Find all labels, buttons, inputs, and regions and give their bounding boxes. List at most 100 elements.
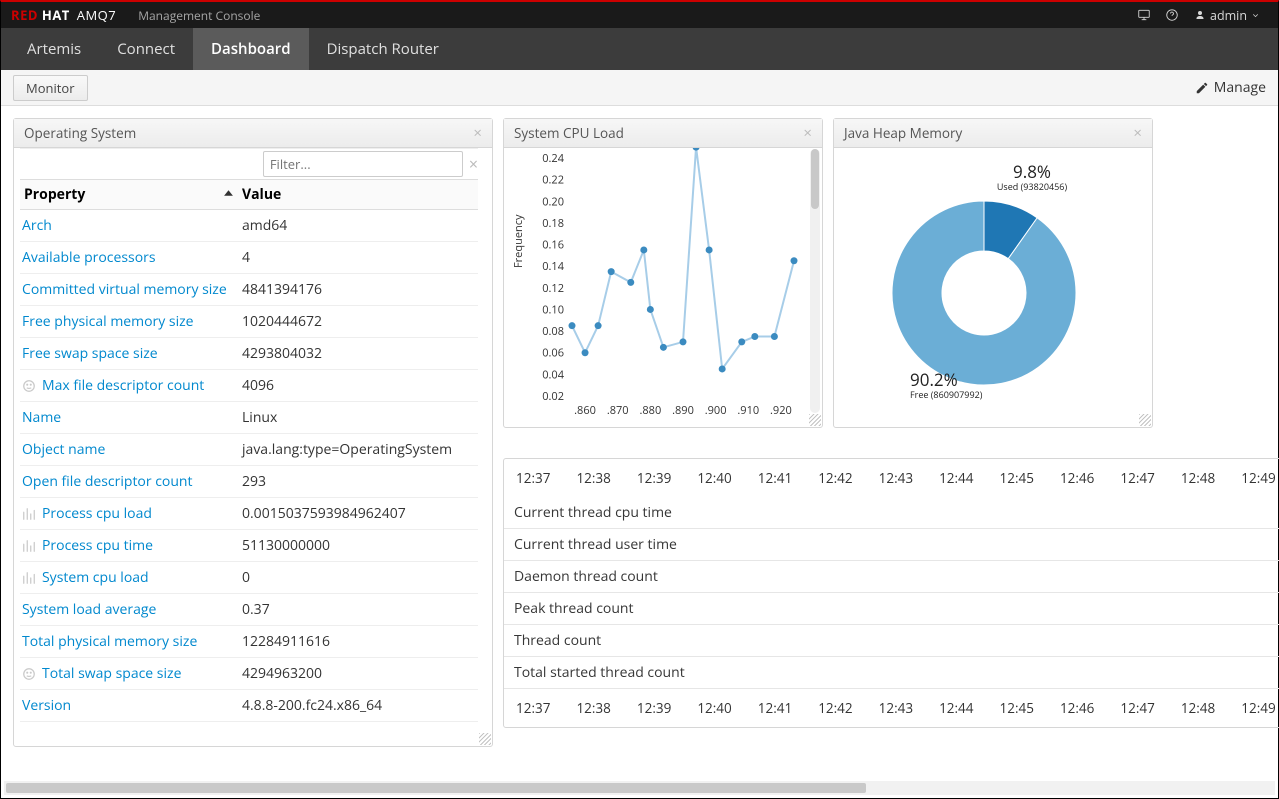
thread-row: Total started thread count: [504, 657, 1279, 689]
chevron-down-icon: [1251, 11, 1260, 20]
time-header-top: 12:3712:3812:3912:4012:4112:4212:4312:44…: [504, 459, 1279, 497]
property-link[interactable]: Arch: [22, 216, 52, 235]
close-icon[interactable]: ×: [1133, 126, 1142, 141]
property-link[interactable]: System cpu load: [42, 568, 149, 587]
property-link[interactable]: Open file descriptor count: [22, 472, 193, 491]
panel-threads: 12:3712:3812:3912:4012:4112:4212:4312:44…: [503, 458, 1279, 728]
property-value: amd64: [238, 210, 478, 241]
clear-filter-icon[interactable]: ×: [469, 153, 478, 175]
table-row: Max file descriptor count 4096: [20, 370, 478, 402]
property-link[interactable]: Object name: [22, 440, 105, 459]
property-value: 1020444672: [238, 306, 478, 337]
svg-text:.890: .890: [672, 403, 694, 418]
svg-text:0.18: 0.18: [542, 216, 564, 231]
svg-text:.860: .860: [574, 403, 596, 418]
scrollbar[interactable]: [810, 149, 820, 413]
thread-row: Current thread cpu time: [504, 497, 1279, 529]
manage-button[interactable]: Manage: [1195, 78, 1266, 97]
time-label: 12:41: [758, 699, 792, 717]
panel-heap-memory: Java Heap Memory× 9.8%Used (93820456)90.…: [833, 118, 1153, 428]
svg-text:0.24: 0.24: [542, 151, 564, 166]
nav-tab-artemis[interactable]: Artemis: [9, 28, 99, 70]
property-value: 4096: [238, 370, 478, 401]
time-label: 12:38: [576, 699, 610, 717]
table-row: Free swap space size 4293804032: [20, 338, 478, 370]
table-row: Committed virtual memory size 4841394176: [20, 274, 478, 306]
close-icon[interactable]: ×: [803, 126, 812, 141]
resize-handle[interactable]: [1139, 414, 1151, 426]
close-icon[interactable]: ×: [473, 126, 482, 141]
property-link[interactable]: System load average: [22, 600, 156, 619]
resize-handle[interactable]: [809, 414, 821, 426]
time-label: 12:39: [637, 699, 671, 717]
horizontal-scrollbar[interactable]: [4, 781, 1275, 795]
time-label: 12:40: [697, 699, 731, 717]
property-link[interactable]: Process cpu time: [42, 536, 153, 555]
property-value: java.lang:type=OperatingSystem: [238, 434, 478, 465]
time-label: 12:41: [758, 469, 792, 487]
brand-hat: HAT: [42, 6, 70, 24]
user-menu[interactable]: admin: [1186, 7, 1268, 24]
resize-handle[interactable]: [479, 733, 491, 745]
nav-tab-dashboard[interactable]: Dashboard: [193, 28, 309, 70]
svg-text:Frequency: Frequency: [511, 214, 526, 268]
table-row: Arch amd64: [20, 210, 478, 242]
monitor-icon[interactable]: [1130, 2, 1158, 28]
table-row: Available processors4: [20, 242, 478, 274]
app-subtitle: Management Console: [138, 7, 260, 24]
table-row: Open file descriptor count293: [20, 466, 478, 498]
subtab-monitor[interactable]: Monitor: [13, 75, 88, 101]
property-value: 4293804032: [238, 338, 478, 369]
nav-tab-dispatch[interactable]: Dispatch Router: [309, 28, 457, 70]
table-row: Process cpu load0.0015037593984962407: [20, 498, 478, 530]
svg-text:0.10: 0.10: [542, 302, 564, 317]
svg-text:0.02: 0.02: [542, 389, 564, 404]
table-row: Total swap space size 4294963200: [20, 658, 478, 690]
table-row: Process cpu time51130000000: [20, 530, 478, 562]
property-link[interactable]: Max file descriptor count: [42, 376, 204, 395]
sort-asc-icon[interactable]: [223, 185, 234, 204]
property-value: 0.37: [238, 594, 478, 625]
property-link[interactable]: Name: [22, 408, 61, 427]
svg-text:0.12: 0.12: [542, 281, 564, 296]
svg-text:.880: .880: [639, 403, 661, 418]
nav-tab-connect[interactable]: Connect: [99, 28, 193, 70]
property-link[interactable]: Version: [22, 696, 71, 715]
time-label: 12:49: [1241, 699, 1275, 717]
bar-chart-icon: [22, 539, 36, 553]
time-label: 12:47: [1120, 699, 1154, 717]
col-value[interactable]: Value: [238, 180, 478, 209]
main-nav: Artemis Connect Dashboard Dispatch Route…: [1, 28, 1278, 70]
thread-row: Daemon thread count: [504, 561, 1279, 593]
user-icon: [1194, 9, 1206, 21]
table-row: Object name java.lang:type=OperatingSyste…: [20, 434, 478, 466]
bar-chart-icon: [22, 507, 36, 521]
property-link[interactable]: Total swap space size: [42, 664, 181, 683]
property-link[interactable]: Available processors: [22, 248, 156, 267]
bar-chart-icon: [22, 571, 36, 585]
svg-text:0.22: 0.22: [542, 173, 564, 188]
property-link[interactable]: Free physical memory size: [22, 312, 194, 331]
dashboard-grid: Operating System× × Property Value Archa…: [1, 106, 1278, 759]
time-label: 12:49: [1241, 469, 1275, 487]
panel-cpu-load: System CPU Load× 0.020.040.060.080.100.1…: [503, 118, 823, 428]
svg-text:0.14: 0.14: [542, 259, 564, 274]
filter-input[interactable]: [263, 151, 463, 177]
property-link[interactable]: Total physical memory size: [22, 632, 197, 651]
time-label: 12:39: [637, 469, 671, 487]
col-property[interactable]: Property: [20, 180, 238, 209]
panel-title: System CPU Load: [514, 124, 624, 142]
heap-donut-chart: 9.8%Used (93820456)90.2%Free (860907992): [834, 148, 1144, 418]
thread-row: Thread count: [504, 625, 1279, 657]
cpu-line-chart: 0.020.040.060.080.100.120.140.160.180.20…: [504, 148, 804, 418]
svg-text:.870: .870: [607, 403, 629, 418]
property-link[interactable]: Committed virtual memory size: [22, 280, 227, 299]
edit-icon: [1195, 81, 1209, 95]
property-link[interactable]: Process cpu load: [42, 504, 152, 523]
help-icon[interactable]: [1158, 2, 1186, 28]
time-label: 12:48: [1181, 469, 1215, 487]
time-label: 12:43: [879, 699, 913, 717]
property-value: 4841394176: [238, 274, 478, 305]
property-link[interactable]: Free swap space size: [22, 344, 158, 363]
property-value: 4294963200: [238, 658, 478, 689]
